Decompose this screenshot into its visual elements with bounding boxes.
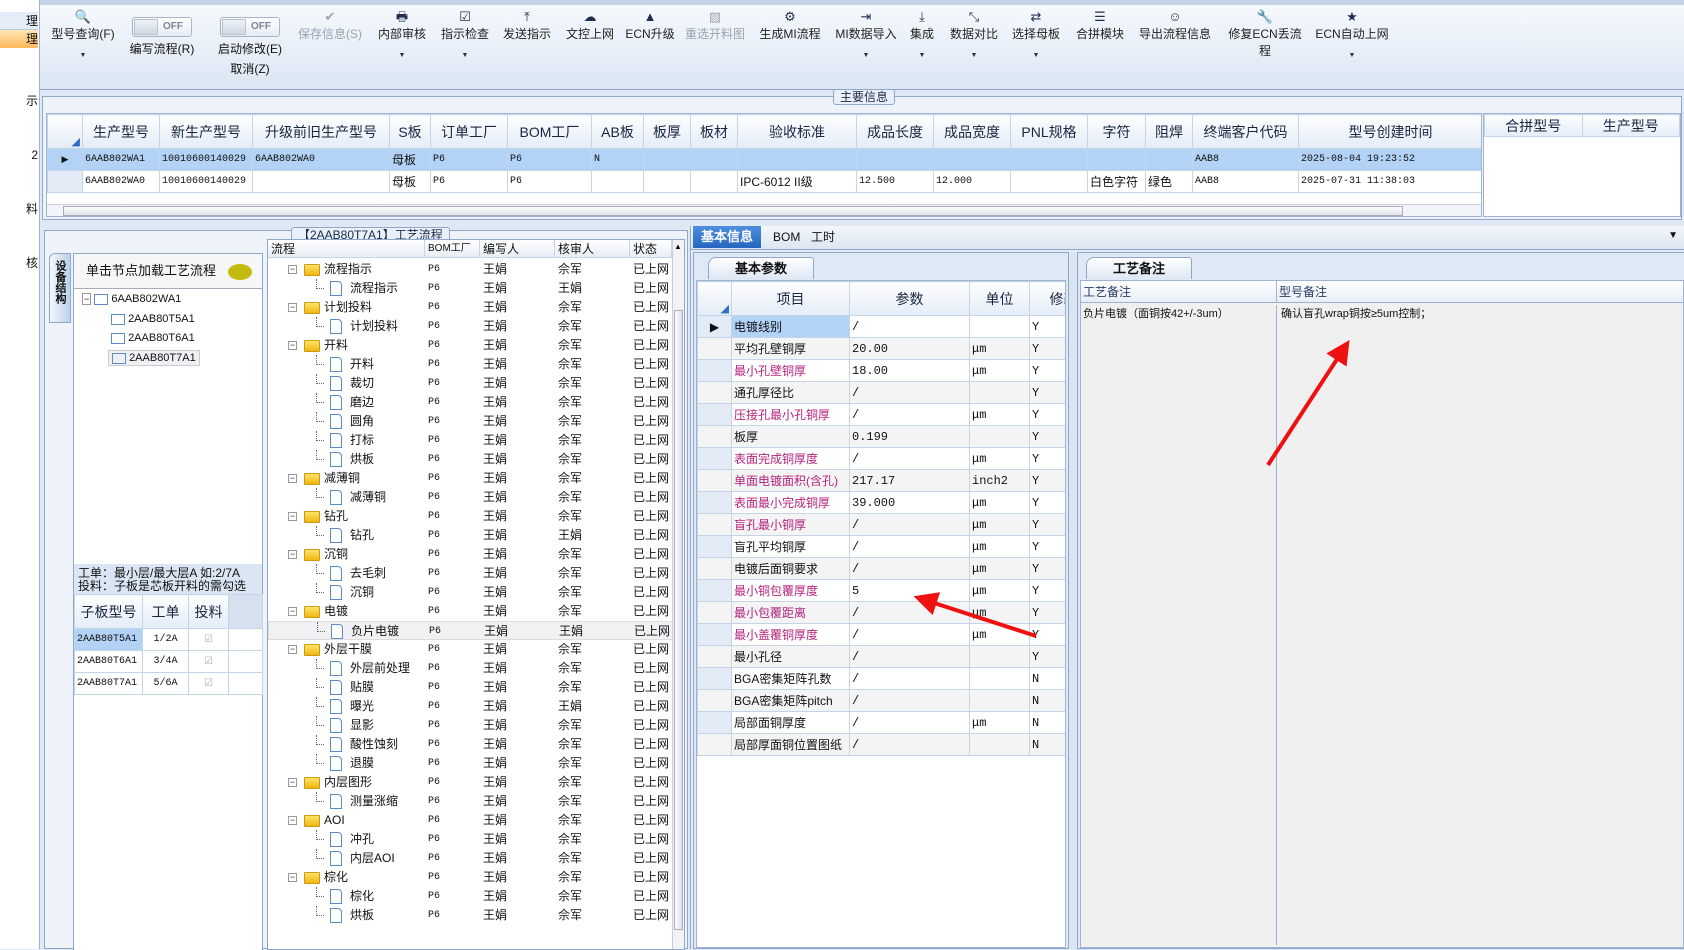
arrow-to-model-remark	[1266, 339, 1350, 467]
arrow-to-min-copper-wrap	[913, 592, 1037, 638]
annotation-arrows	[913, 339, 1350, 638]
